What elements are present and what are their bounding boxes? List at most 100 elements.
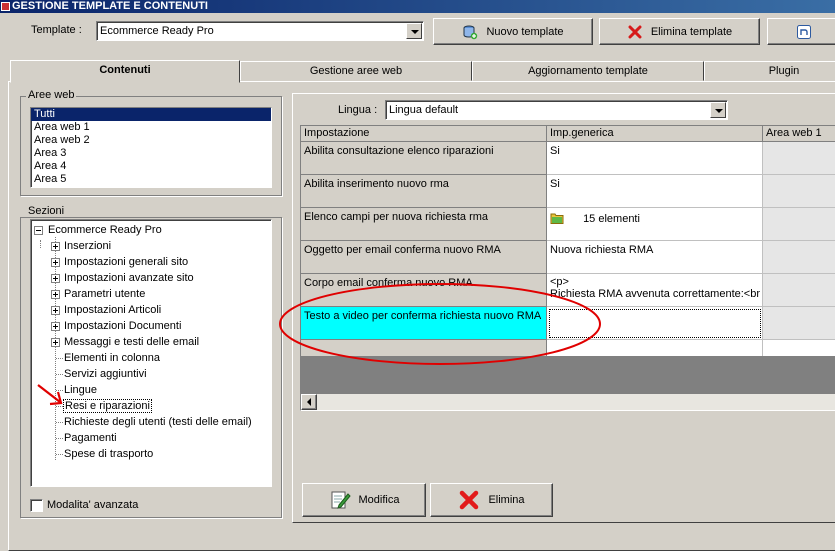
grid-cell-area[interactable] (763, 208, 835, 241)
grid-cell-generic-text: 15 elementi (583, 213, 640, 225)
tree-item-label: Resi e riparazioni (63, 399, 152, 413)
grid-header-impostazione[interactable]: Impostazione (301, 126, 547, 142)
tab-gestione-aree-web[interactable]: Gestione aree web (240, 61, 472, 81)
aree-web-list[interactable]: Tutti Area web 1 Area web 2 Area 3 Area … (30, 107, 272, 188)
grid-header-imp-generica[interactable]: Imp.generica (547, 126, 763, 142)
chevron-down-icon[interactable] (406, 23, 422, 39)
expand-icon[interactable] (51, 274, 60, 283)
lingua-select[interactable]: Lingua default (385, 100, 728, 120)
grid-cell-generic[interactable]: Si (547, 175, 763, 208)
grid-cell-area[interactable] (763, 274, 835, 307)
window-icon (797, 24, 811, 39)
database-add-icon (463, 25, 478, 39)
tree-item-label: Pagamenti (64, 432, 117, 444)
tab-plugin[interactable]: Plugin (704, 61, 835, 81)
grid-cell-generic[interactable]: Nuova richiesta RMA (547, 241, 763, 274)
list-item[interactable]: Area 3 (31, 147, 271, 160)
grid-cell-setting[interactable]: Elenco campi per nuova richiesta rma (301, 208, 547, 241)
tree-item-label: Elementi in colonna (64, 352, 161, 364)
tree-item-label: Spese di trasporto (64, 448, 154, 460)
new-template-label: Nuovo template (486, 25, 564, 38)
red-ellipse-annotation (279, 283, 601, 365)
list-item[interactable]: Area web 2 (31, 134, 271, 147)
tree-item-label: Inserzioni (64, 240, 112, 252)
tree-item-label: Impostazioni Documenti (64, 320, 182, 332)
tree-item-impostazioni-articoli[interactable]: Impostazioni Articoli (51, 302, 161, 318)
red-arrow-icon (37, 384, 63, 406)
template-select[interactable]: Ecommerce Ready Pro (96, 21, 424, 41)
sezioni-tree[interactable]: Ecommerce Ready Pro Inserzioni Impostazi… (30, 219, 272, 487)
grid-empty-area (763, 340, 835, 356)
chevron-left-icon (307, 398, 311, 406)
red-x-icon (460, 490, 479, 510)
list-item[interactable]: Area 5 (31, 173, 271, 186)
grid-header-area-web-1[interactable]: Area web 1 (763, 126, 835, 142)
grid-cell-setting[interactable]: Abilita consultazione elenco riparazioni (301, 142, 547, 175)
lingua-label: Lingua : (338, 104, 378, 116)
grid-cell-area[interactable] (763, 142, 835, 175)
sezioni-title: Sezioni (26, 205, 67, 217)
tree-item-impostazioni-documenti[interactable]: Impostazioni Documenti (51, 318, 181, 334)
tree-item-label: Servizi aggiuntivi (64, 368, 147, 380)
tree-item-resi-riparazioni[interactable]: Resi e riparazioni (56, 398, 152, 414)
delete-template-label: Elimina template (650, 25, 733, 38)
tree-root[interactable]: Ecommerce Ready Pro (34, 222, 162, 238)
tree-root-label: Ecommerce Ready Pro (48, 224, 162, 236)
delete-template-button[interactable]: Elimina template (599, 18, 760, 45)
list-item[interactable]: Area web 1 (31, 121, 271, 134)
folder-icon (550, 213, 564, 224)
expand-icon[interactable] (51, 258, 60, 267)
tree-item-spese-trasporto[interactable]: Spese di trasporto (56, 446, 153, 462)
tree-item-label: Impostazioni generali sito (64, 256, 189, 268)
chevron-down-icon[interactable] (710, 102, 726, 118)
tree-item-label: Impostazioni Articoli (64, 304, 162, 316)
expand-icon[interactable] (51, 242, 60, 251)
grid-cell-area[interactable] (763, 241, 835, 274)
tree-item-label: Messaggi e testi delle email (64, 336, 200, 348)
scroll-left-button[interactable] (301, 394, 317, 410)
list-item[interactable]: Tutti (31, 108, 271, 121)
tree-item-label: Impostazioni avanzate sito (64, 272, 194, 284)
template-label: Template : (31, 24, 82, 36)
grid-cell-area[interactable] (763, 307, 835, 340)
expand-icon[interactable] (51, 338, 60, 347)
lingua-select-value: Lingua default (389, 104, 459, 116)
advanced-mode-checkbox[interactable] (30, 499, 43, 512)
window-title-bar: GESTIONE TEMPLATE E CONTENUTI (0, 0, 835, 13)
new-template-button[interactable]: Nuovo template (433, 18, 593, 45)
modify-button[interactable]: Modifica (302, 483, 426, 517)
tree-item-label: Parametri utente (64, 288, 146, 300)
app-icon (1, 2, 10, 11)
aree-web-title: Aree web (26, 89, 77, 101)
template-select-value: Ecommerce Ready Pro (100, 25, 214, 37)
grid-cell-setting[interactable]: Abilita inserimento nuovo rma (301, 175, 547, 208)
grid-cell-generic[interactable]: 15 elementi (547, 208, 763, 241)
expand-icon[interactable] (51, 306, 60, 315)
expand-icon[interactable] (51, 290, 60, 299)
modify-label: Modifica (358, 494, 400, 506)
window-title: GESTIONE TEMPLATE E CONTENUTI (12, 0, 208, 12)
tree-item-label: Lingue (64, 384, 98, 396)
collapse-icon[interactable] (34, 226, 43, 235)
tree-item-impostazioni-generali[interactable]: Impostazioni generali sito (51, 254, 188, 270)
tree-item-impostazioni-avanzate[interactable]: Impostazioni avanzate sito (51, 270, 194, 286)
tree-item-richieste-utenti[interactable]: Richieste degli utenti (testi delle emai… (56, 414, 252, 430)
edit-document-icon (331, 491, 351, 509)
extra-toolbar-button[interactable] (767, 18, 835, 45)
list-item[interactable]: Area 4 (31, 160, 271, 173)
tab-aggiornamento-template[interactable]: Aggiornamento template (472, 61, 704, 81)
tree-item-inserzioni[interactable]: Inserzioni (51, 238, 111, 254)
tree-item-parametri-utente[interactable]: Parametri utente (51, 286, 145, 302)
tree-item-elementi-colonna[interactable]: Elementi in colonna (56, 350, 160, 366)
grid-cell-setting[interactable]: Oggetto per email conferma nuovo RMA (301, 241, 547, 274)
grid-cell-generic[interactable]: Si (547, 142, 763, 175)
grid-cell-area[interactable] (763, 175, 835, 208)
expand-icon[interactable] (51, 322, 60, 331)
tab-contenuti[interactable]: Contenuti (10, 60, 240, 83)
tree-item-pagamenti[interactable]: Pagamenti (56, 430, 117, 446)
tree-item-servizi-aggiuntivi[interactable]: Servizi aggiuntivi (56, 366, 147, 382)
tree-item-messaggi-email[interactable]: Messaggi e testi delle email (51, 334, 199, 350)
delete-button[interactable]: Elimina (430, 483, 553, 517)
tree-item-label: Richieste degli utenti (testi delle emai… (64, 416, 252, 428)
horizontal-scrollbar[interactable] (301, 394, 835, 410)
